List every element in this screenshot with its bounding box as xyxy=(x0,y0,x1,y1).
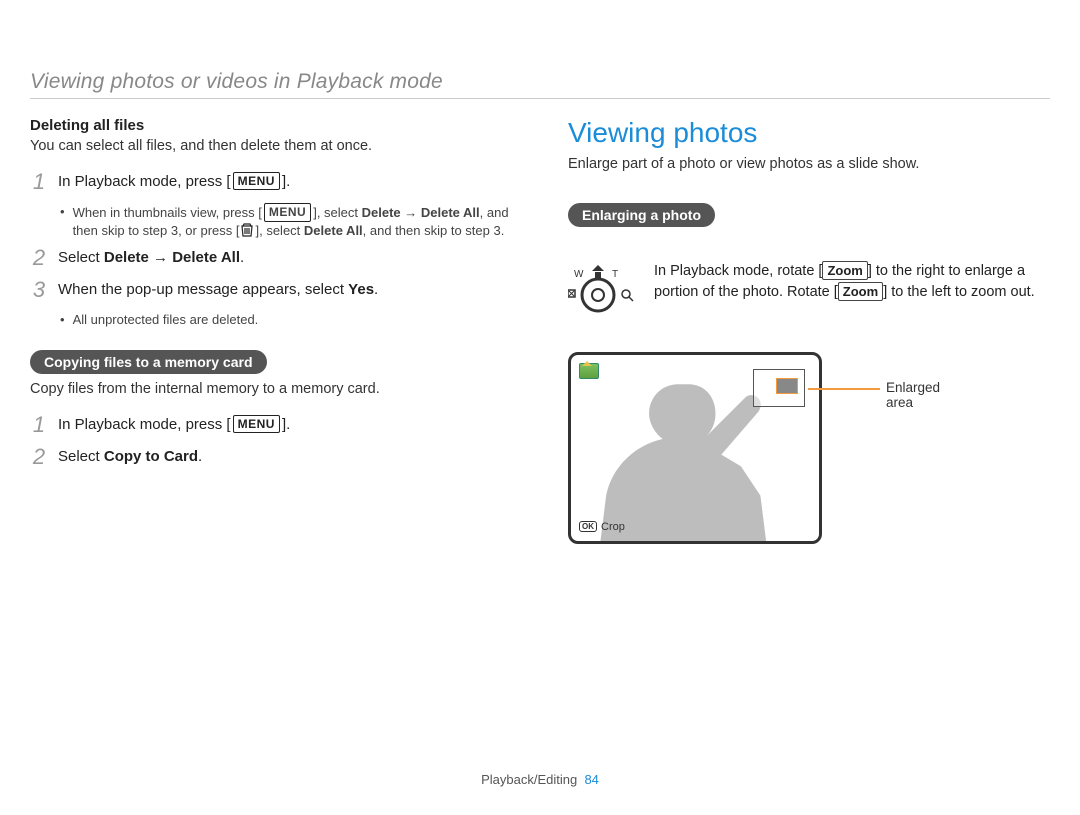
step-row: 1 In Playback mode, press [MENU]. xyxy=(30,414,512,436)
ea: In Playback mode, rotate [ xyxy=(654,263,822,279)
s3bold: Yes xyxy=(348,281,374,298)
step-number: 1 xyxy=(30,171,48,193)
two-column-layout: Deleting all files You can select all fi… xyxy=(30,117,1050,544)
menu-button-icon: MENU xyxy=(233,172,280,191)
b1bold2: Delete All xyxy=(304,223,363,238)
s3b: . xyxy=(374,281,378,298)
step1-bullet-text: When in thumbnails view, press [MENU], s… xyxy=(73,203,512,242)
step3-bullet: • All unprotected files are deleted. xyxy=(60,311,512,330)
copy-step2-text: Select Copy to Card. xyxy=(58,446,202,467)
dial-w-label: W xyxy=(574,269,584,280)
bullet-dot: • xyxy=(60,311,65,330)
menu-button-icon: MENU xyxy=(264,203,311,222)
s2bold: Delete → Delete All xyxy=(104,249,240,266)
right-column: Viewing photos Enlarge part of a photo o… xyxy=(568,117,1050,544)
step-2-text: Select Delete → Delete All. xyxy=(58,247,244,268)
step-row: 2 Select Copy to Card. xyxy=(30,446,512,468)
cs2b: . xyxy=(198,448,202,465)
step-3-text: When the pop-up message appears, select … xyxy=(58,279,378,300)
manual-page: Viewing photos or videos in Playback mod… xyxy=(0,0,1080,815)
step1-pre: In Playback mode, press [ xyxy=(58,173,231,190)
copy-intro: Copy files from the internal memory to a… xyxy=(30,380,512,400)
ec: ] to the left to zoom out. xyxy=(883,284,1035,300)
ok-crop-label: OK Crop xyxy=(579,521,625,533)
viewing-photos-title: Viewing photos xyxy=(568,117,1050,149)
cs2a: Select xyxy=(58,448,104,465)
overview-rect xyxy=(753,369,805,407)
photo-illustration-wrap: OK Crop Enlarged area xyxy=(568,352,908,544)
dial-t-label: T xyxy=(612,269,618,280)
enlarge-row: W T In Playback mode, rotate [Zoom] to t… xyxy=(568,261,1050,322)
deleting-intro: You can select all files, and then delet… xyxy=(30,137,512,157)
enlarge-pill: Enlarging a photo xyxy=(568,203,715,227)
left-column: Deleting all files You can select all fi… xyxy=(30,117,512,544)
step1-bullet: • When in thumbnails view, press [MENU],… xyxy=(60,203,512,242)
cs2bold: Copy to Card xyxy=(104,448,198,465)
enlarge-text: In Playback mode, rotate [Zoom] to the r… xyxy=(654,261,1050,303)
s3a: When the pop-up message appears, select xyxy=(58,281,348,298)
s3bullet: All unprotected files are deleted. xyxy=(73,311,259,330)
bullet-dot: • xyxy=(60,203,65,242)
step-number: 3 xyxy=(30,279,48,301)
deleting-heading: Deleting all files xyxy=(30,117,512,134)
step-row: 1 In Playback mode, press [MENU]. xyxy=(30,171,512,193)
step-row: 3 When the pop-up message appears, selec… xyxy=(30,279,512,301)
s2a: Select xyxy=(58,249,104,266)
step-row: 2 Select Delete → Delete All. xyxy=(30,247,512,269)
header-divider xyxy=(30,98,1050,99)
footer-section: Playback/Editing xyxy=(481,772,577,787)
b1b: ], select xyxy=(313,205,361,220)
zoom-dial-icon: W T xyxy=(568,261,636,322)
zoom-label-box: Zoom xyxy=(838,282,883,301)
cs1a: In Playback mode, press [ xyxy=(58,416,231,433)
footer-page-number: 84 xyxy=(584,772,598,787)
b1e: , and then skip to step 3. xyxy=(363,223,505,238)
viewing-photos-intro: Enlarge part of a photo or view photos a… xyxy=(568,155,1050,175)
step-number: 1 xyxy=(30,414,48,436)
page-header-title: Viewing photos or videos in Playback mod… xyxy=(30,70,1050,94)
step-1-text: In Playback mode, press [MENU]. xyxy=(58,171,290,192)
step1-post: ]. xyxy=(282,173,290,190)
camera-screen-frame: OK Crop xyxy=(568,352,822,544)
ok-badge-icon: OK xyxy=(579,521,597,532)
callout-line xyxy=(808,388,880,390)
trash-icon xyxy=(239,222,255,238)
cs1b: ]. xyxy=(282,416,290,433)
copy-pill: Copying files to a memory card xyxy=(30,350,267,374)
page-footer: Playback/Editing 84 xyxy=(0,772,1080,787)
callout-label: Enlarged area xyxy=(886,380,940,410)
picture-icon xyxy=(579,363,599,379)
enlarged-area-indicator xyxy=(776,378,798,394)
zoom-label-box: Zoom xyxy=(822,261,867,280)
b1bold: Delete → Delete All xyxy=(362,205,480,220)
step-number: 2 xyxy=(30,247,48,269)
b1a: When in thumbnails view, press [ xyxy=(73,205,262,220)
s2b: . xyxy=(240,249,244,266)
step-number: 2 xyxy=(30,446,48,468)
copy-step1-text: In Playback mode, press [MENU]. xyxy=(58,414,290,435)
crop-text: Crop xyxy=(601,521,625,533)
menu-button-icon: MENU xyxy=(233,415,280,434)
b1d: ], select xyxy=(255,223,303,238)
